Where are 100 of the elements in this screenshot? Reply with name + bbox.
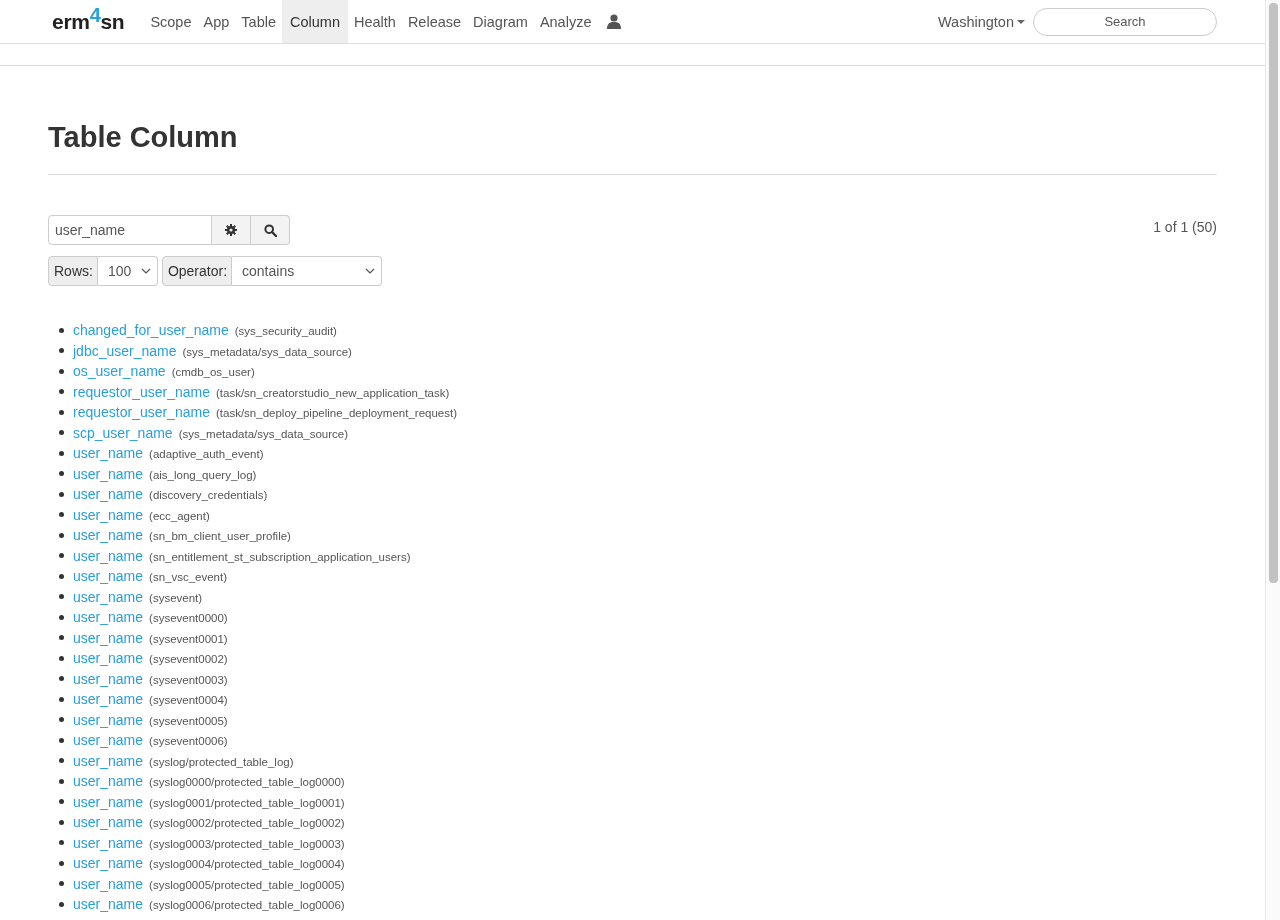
field-label: Rows: xyxy=(48,256,98,286)
table-name: (syslog0001/protected_table_log0001) xyxy=(149,795,345,811)
nav-tab[interactable]: Column xyxy=(282,0,348,43)
column-link[interactable]: user_name xyxy=(73,832,144,853)
column-link[interactable]: user_name xyxy=(73,730,144,751)
search-field[interactable]: Search xyxy=(1033,7,1217,36)
column-link[interactable]: user_name xyxy=(73,709,144,730)
table-name: (sysevent0006) xyxy=(149,734,228,749)
table-name: (sysevent0002) xyxy=(149,652,228,667)
column-link[interactable]: jdbc_user_name xyxy=(73,340,177,361)
table-name: (syslog0006/protected_table_log0006) xyxy=(149,898,345,913)
column-link[interactable]: user_name xyxy=(73,894,144,915)
table-name: (task/sn_creatorstudio_new_application_task) xyxy=(216,385,450,401)
column-link[interactable]: user_name xyxy=(73,463,144,484)
scrollbar[interactable] xyxy=(1265,0,1280,920)
column-link[interactable]: scp_user_name xyxy=(73,422,173,443)
settings-button[interactable] xyxy=(212,215,251,245)
column-link[interactable]: user_name xyxy=(73,873,144,894)
bullet-icon xyxy=(59,553,64,559)
column-link[interactable]: user_name xyxy=(73,607,144,628)
column-link[interactable]: user_name xyxy=(73,504,144,525)
table-name: (sysevent0004) xyxy=(149,693,228,708)
bullet-icon xyxy=(59,778,64,784)
table-name: (sn_bm_client_user_profile) xyxy=(149,529,291,544)
bullet-icon xyxy=(59,409,64,415)
column-link[interactable]: user_name xyxy=(73,525,144,546)
bullet-icon xyxy=(59,737,64,743)
table-name: (adaptive_auth_event) xyxy=(149,447,264,462)
column-link[interactable]: requestor_user_name xyxy=(73,402,210,423)
search-button[interactable] xyxy=(251,215,290,245)
dropdown[interactable]: contains xyxy=(232,256,383,286)
bullet-icon xyxy=(59,573,64,579)
bullet-icon xyxy=(59,676,64,682)
table-name: (sys_metadata/sys_data_source) xyxy=(182,344,352,360)
column-link[interactable]: user_name xyxy=(73,812,144,833)
nav-tab[interactable]: Analyze xyxy=(533,0,598,43)
bullet-icon xyxy=(59,717,64,723)
column-link[interactable]: user_name xyxy=(73,771,144,792)
bullet-icon xyxy=(59,430,64,436)
table-name: (task/sn_deploy_pipeline_deployment_request) xyxy=(216,406,457,421)
nav-tab[interactable]: App xyxy=(197,0,236,43)
chevron-icon xyxy=(140,268,151,274)
table-name: (sys_security_audit) xyxy=(234,324,337,339)
chevron-icon xyxy=(365,268,376,274)
bullet-icon xyxy=(59,819,64,825)
table-name: (syslog0004/protected_table_log0004) xyxy=(149,857,345,872)
page-title: Table Column xyxy=(48,121,239,153)
column-link[interactable]: user_name xyxy=(73,484,144,505)
search-icon xyxy=(263,223,277,237)
table-name: (syslog/protected_table_log) xyxy=(149,754,294,770)
table-name: (sn_vsc_event) xyxy=(149,570,228,585)
bullet-icon xyxy=(59,512,64,518)
column-link[interactable]: os_user_name xyxy=(73,361,166,382)
table-name: (sysevent0000) xyxy=(149,611,228,626)
column-link[interactable]: user_name xyxy=(73,545,144,566)
bullet-icon xyxy=(59,532,64,538)
column-link[interactable]: user_name xyxy=(73,853,144,874)
bullet-icon xyxy=(59,881,64,887)
column-link[interactable]: user_name xyxy=(73,791,144,812)
table-name: (sys_metadata/sys_data_source) xyxy=(178,426,348,442)
bullet-icon xyxy=(59,327,64,333)
column-link[interactable]: requestor_user_name xyxy=(73,381,210,402)
table-name: (ais_long_query_log) xyxy=(149,467,257,483)
column-link[interactable]: user_name xyxy=(73,750,144,771)
bullet-icon xyxy=(59,491,64,497)
bullet-icon xyxy=(59,860,64,866)
table-name: (ecc_agent) xyxy=(149,508,210,524)
table-name: (syslog0000/protected_table_log0000) xyxy=(149,775,345,790)
table-name: (discovery_credentials) xyxy=(149,488,268,503)
nav-tab[interactable]: Table xyxy=(235,0,282,43)
column-link[interactable]: user_name xyxy=(73,627,144,648)
table-name: (sysevent0005) xyxy=(149,713,228,729)
dropdown[interactable]: 100 xyxy=(97,256,158,286)
table-name: (sysevent) xyxy=(149,590,203,606)
bullet-icon xyxy=(59,635,64,641)
nav-tab[interactable]: Scope xyxy=(144,0,198,43)
nav-tab[interactable]: Health xyxy=(347,0,402,43)
bullet-icon xyxy=(59,696,64,702)
brand-logo[interactable]: erm4sn xyxy=(52,0,125,43)
release-dropdown[interactable]: Washington xyxy=(937,0,1025,43)
bullet-icon xyxy=(59,840,64,846)
column-link[interactable]: user_name xyxy=(73,648,144,669)
column-link[interactable]: user_name xyxy=(73,566,144,587)
column-link[interactable]: user_name xyxy=(73,668,144,689)
bullet-icon xyxy=(59,348,64,354)
table-name: (syslog0003/protected_table_log0003) xyxy=(149,836,345,852)
table-name: (sysevent0001) xyxy=(149,631,228,647)
column-link[interactable]: changed_for_user_name xyxy=(73,320,229,341)
bullet-icon xyxy=(59,901,64,907)
table-name: (sysevent0003) xyxy=(149,672,228,688)
nav-tab[interactable]: Diagram xyxy=(467,0,534,43)
column-link[interactable]: user_name xyxy=(73,689,144,710)
nav-tab[interactable]: Release xyxy=(401,0,468,43)
bullet-icon xyxy=(59,594,64,600)
result-count: 1 of 1 (50) xyxy=(1153,219,1217,235)
column-link[interactable]: user_name xyxy=(73,586,144,607)
column-link[interactable]: user_name xyxy=(73,443,144,464)
bullet-icon xyxy=(59,368,64,374)
table-name: (syslog0002/protected_table_log0002) xyxy=(149,816,345,831)
query-field[interactable]: user_name xyxy=(48,215,212,245)
